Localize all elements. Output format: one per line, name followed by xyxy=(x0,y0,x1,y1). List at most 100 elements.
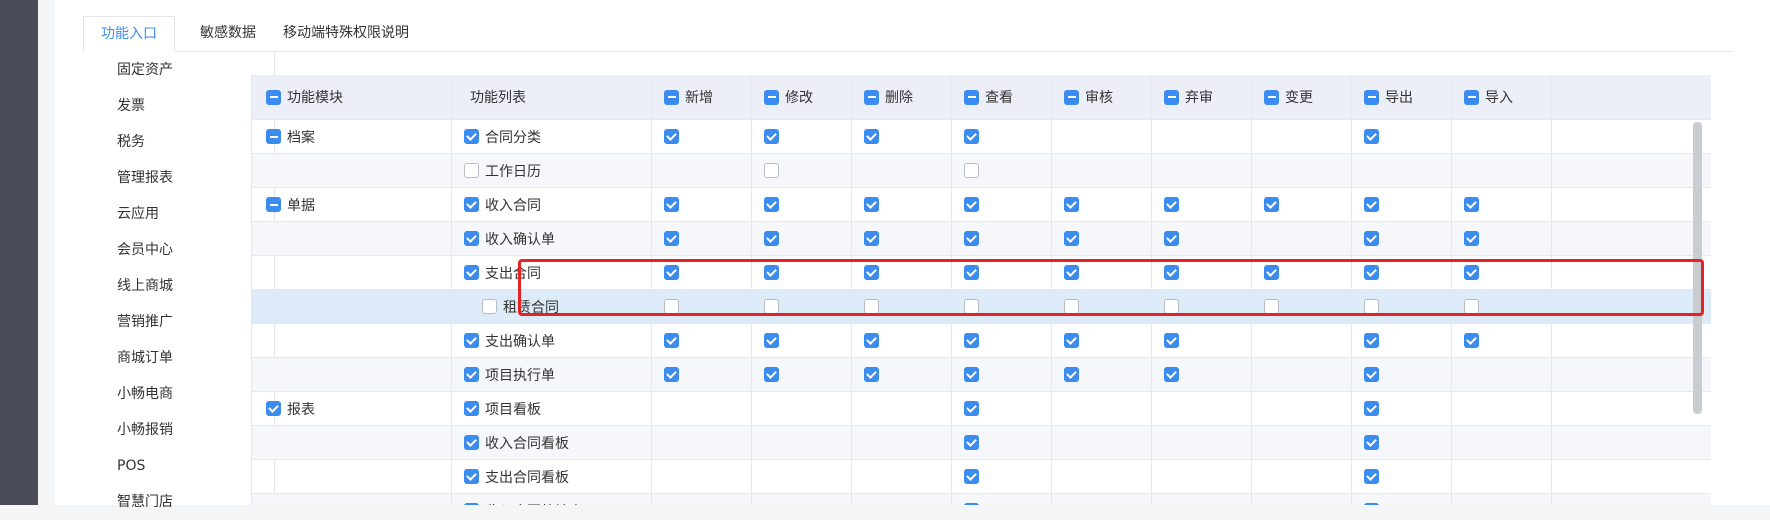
side-menu-item[interactable]: 商城订单 xyxy=(117,340,267,376)
permission-checkbox[interactable] xyxy=(864,299,879,314)
permission-checkbox[interactable] xyxy=(764,333,779,348)
side-menu-item[interactable]: 税务 xyxy=(117,124,267,160)
permission-checkbox[interactable] xyxy=(864,231,879,246)
permission-checkbox[interactable] xyxy=(764,231,779,246)
permission-checkbox[interactable] xyxy=(864,197,879,212)
permission-checkbox[interactable] xyxy=(1164,265,1179,280)
side-menu-item[interactable]: POS xyxy=(117,448,267,484)
perm-column-checkbox[interactable] xyxy=(1164,89,1179,105)
permission-checkbox[interactable] xyxy=(1264,299,1279,314)
permission-checkbox[interactable] xyxy=(964,299,979,314)
permission-checkbox[interactable] xyxy=(764,265,779,280)
permission-checkbox[interactable] xyxy=(1364,129,1379,144)
permission-checkbox[interactable] xyxy=(1164,367,1179,382)
permission-checkbox[interactable] xyxy=(1364,435,1379,450)
function-checkbox[interactable] xyxy=(464,163,479,178)
permission-checkbox[interactable] xyxy=(1364,469,1379,484)
function-checkbox[interactable] xyxy=(464,197,479,212)
permission-checkbox[interactable] xyxy=(664,129,679,144)
side-menu-item[interactable]: 小畅电商 xyxy=(117,376,267,412)
permission-checkbox[interactable] xyxy=(864,265,879,280)
perm-column-checkbox[interactable] xyxy=(1064,89,1079,105)
permission-checkbox[interactable] xyxy=(1464,231,1479,246)
permission-checkbox[interactable] xyxy=(964,265,979,280)
tab-function-entry[interactable]: 功能入口 xyxy=(83,16,175,52)
tab-sensitive-data[interactable]: 敏感数据 xyxy=(183,16,273,52)
permission-checkbox[interactable] xyxy=(1464,197,1479,212)
function-checkbox[interactable] xyxy=(464,333,479,348)
permission-checkbox[interactable] xyxy=(664,265,679,280)
permission-checkbox[interactable] xyxy=(1364,197,1379,212)
perm-column-checkbox[interactable] xyxy=(1264,89,1279,105)
permission-checkbox[interactable] xyxy=(664,333,679,348)
permission-checkbox[interactable] xyxy=(1164,197,1179,212)
perm-column-checkbox[interactable] xyxy=(1364,89,1379,105)
permission-checkbox[interactable] xyxy=(1164,333,1179,348)
permission-checkbox[interactable] xyxy=(664,197,679,212)
side-menu-item[interactable]: 小畅报销 xyxy=(117,412,267,448)
table-scrollbar[interactable] xyxy=(1693,122,1702,414)
permission-checkbox[interactable] xyxy=(1164,299,1179,314)
permission-checkbox[interactable] xyxy=(1264,197,1279,212)
permission-checkbox[interactable] xyxy=(864,367,879,382)
side-menu-item[interactable]: 云应用 xyxy=(117,196,267,232)
permission-checkbox[interactable] xyxy=(1364,401,1379,416)
side-menu-item[interactable]: 营销推广 xyxy=(117,304,267,340)
permission-checkbox[interactable] xyxy=(1064,231,1079,246)
permission-checkbox[interactable] xyxy=(764,197,779,212)
permission-checkbox[interactable] xyxy=(664,231,679,246)
permission-checkbox[interactable] xyxy=(1164,231,1179,246)
permission-checkbox[interactable] xyxy=(1064,265,1079,280)
permission-checkbox[interactable] xyxy=(964,469,979,484)
permission-checkbox[interactable] xyxy=(964,435,979,450)
permission-checkbox[interactable] xyxy=(1364,333,1379,348)
permission-checkbox[interactable] xyxy=(964,197,979,212)
function-checkbox[interactable] xyxy=(464,367,479,382)
permission-checkbox[interactable] xyxy=(764,129,779,144)
permission-checkbox[interactable] xyxy=(1464,265,1479,280)
function-checkbox[interactable] xyxy=(482,299,497,314)
permission-checkbox[interactable] xyxy=(664,299,679,314)
side-menu-item[interactable]: 智慧门店 xyxy=(117,484,267,520)
permission-checkbox[interactable] xyxy=(764,367,779,382)
permission-checkbox[interactable] xyxy=(1264,265,1279,280)
perm-column-checkbox[interactable] xyxy=(664,89,679,105)
side-menu-item[interactable]: 发票 xyxy=(117,88,267,124)
function-checkbox[interactable] xyxy=(464,231,479,246)
permission-checkbox[interactable] xyxy=(1364,299,1379,314)
perm-column-checkbox[interactable] xyxy=(964,89,979,105)
permission-checkbox[interactable] xyxy=(864,333,879,348)
function-checkbox[interactable] xyxy=(464,129,479,144)
permission-checkbox[interactable] xyxy=(764,163,779,178)
tab-mobile-permissions[interactable]: 移动端特殊权限说明 xyxy=(266,16,426,52)
function-checkbox[interactable] xyxy=(464,265,479,280)
permission-checkbox[interactable] xyxy=(1064,197,1079,212)
perm-column-checkbox[interactable] xyxy=(864,89,879,105)
function-checkbox[interactable] xyxy=(464,469,479,484)
module-select-all-checkbox[interactable] xyxy=(266,89,281,105)
module-checkbox[interactable] xyxy=(266,197,281,212)
permission-checkbox[interactable] xyxy=(1064,367,1079,382)
side-menu-item[interactable]: 管理报表 xyxy=(117,160,267,196)
permission-checkbox[interactable] xyxy=(1464,299,1479,314)
permission-checkbox[interactable] xyxy=(764,299,779,314)
permission-checkbox[interactable] xyxy=(864,129,879,144)
perm-column-checkbox[interactable] xyxy=(1464,89,1479,105)
side-menu-item[interactable]: 固定资产 xyxy=(117,52,267,88)
permission-checkbox[interactable] xyxy=(964,367,979,382)
function-checkbox[interactable] xyxy=(464,401,479,416)
permission-checkbox[interactable] xyxy=(1064,333,1079,348)
function-checkbox[interactable] xyxy=(464,435,479,450)
permission-checkbox[interactable] xyxy=(1464,333,1479,348)
side-menu-item[interactable]: 会员中心 xyxy=(117,232,267,268)
permission-checkbox[interactable] xyxy=(964,129,979,144)
permission-checkbox[interactable] xyxy=(1364,231,1379,246)
permission-checkbox[interactable] xyxy=(964,231,979,246)
perm-column-checkbox[interactable] xyxy=(764,89,779,105)
permission-checkbox[interactable] xyxy=(1064,299,1079,314)
permission-checkbox[interactable] xyxy=(1364,367,1379,382)
side-menu-item[interactable]: 线上商城 xyxy=(117,268,267,304)
permission-checkbox[interactable] xyxy=(1364,265,1379,280)
module-checkbox[interactable] xyxy=(266,129,281,144)
permission-checkbox[interactable] xyxy=(964,163,979,178)
